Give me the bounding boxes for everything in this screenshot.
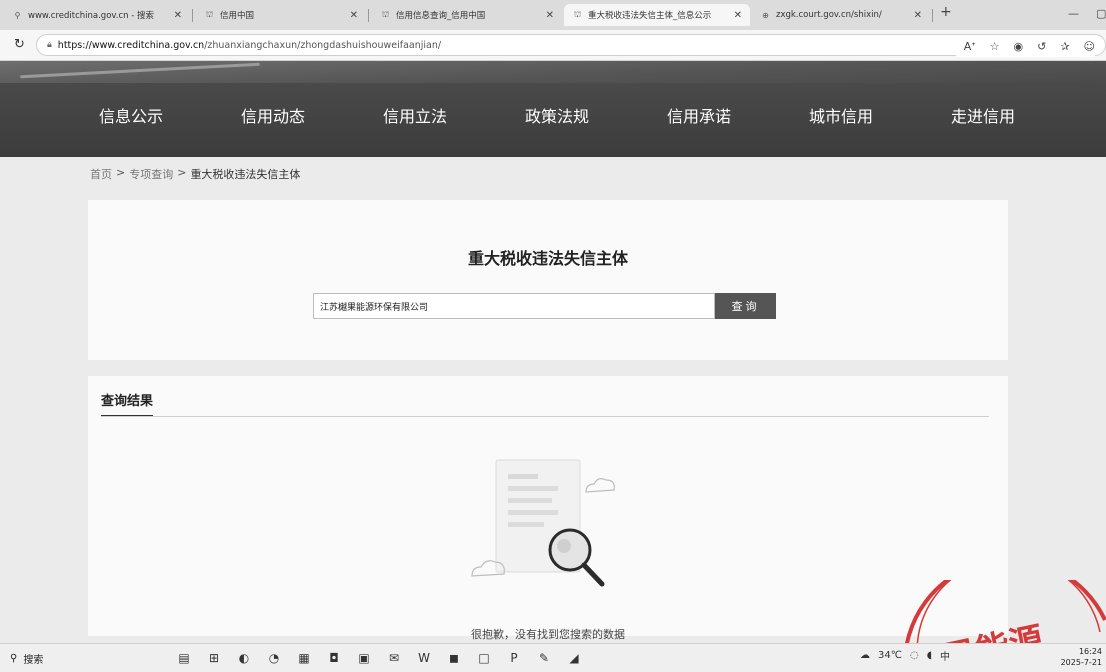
breadcrumb-home[interactable]: 首页 (90, 166, 112, 182)
browser-tab[interactable]: ⚲ www.creditchina.gov.cn - 搜索 ✕ (4, 4, 190, 26)
browser-tab[interactable]: ⛫ 信用中国 ✕ (196, 4, 366, 26)
browser-tab[interactable]: ⊕ zxgk.court.gov.cn/shixin/ ✕ (752, 4, 930, 26)
url-path: /zhuanxiangchaxun/zhongdashuishouweifaan… (204, 39, 442, 51)
taskbar-search[interactable]: ⚲ 搜索 (10, 649, 120, 667)
nav-item-city-credit[interactable]: 城市信用 (770, 97, 912, 137)
url-host: https://www.creditchina.gov.cn (57, 39, 205, 51)
nav-item-policy-regulations[interactable]: 政策法规 (486, 97, 628, 137)
taskbar-apps: ▤ ⊞ ◐ ◔ ▦ ◘ ▣ ✉ W ◼ □ P ✎ ◢ (175, 646, 583, 670)
tab-title: 信用中国 (220, 11, 255, 21)
word-icon[interactable]: W (415, 649, 433, 667)
powerpoint-icon[interactable]: P (505, 649, 523, 667)
media-icon[interactable]: ◼ (445, 649, 463, 667)
read-aloud-icon[interactable]: Aᐩ (964, 40, 976, 53)
breadcrumb-separator: > (177, 166, 187, 179)
taskbar-search-label: 搜索 (23, 654, 44, 666)
close-icon[interactable]: ✕ (174, 10, 182, 21)
browser-tab-active[interactable]: ⛫ 重大税收违法失信主体_信息公示 ✕ (564, 4, 750, 26)
reload-icon[interactable]: ↻ (14, 37, 25, 52)
nav-item-about-credit[interactable]: 走进信用 (912, 97, 1054, 137)
empty-message: 很抱歉，没有找到您搜索的数据 (471, 628, 625, 641)
main-nav: 信息公示 信用动态 信用立法 政策法规 信用承诺 城市信用 走进信用 (60, 97, 1060, 137)
results-panel: 查询结果 很抱歉，没有找到您搜索的数据 (88, 376, 1008, 641)
nav-item-credit-commitment[interactable]: 信用承诺 (628, 97, 770, 137)
favorites-icon[interactable]: ✰ (1060, 40, 1069, 53)
close-icon[interactable]: ✕ (350, 10, 358, 21)
close-icon[interactable]: ✕ (546, 10, 554, 21)
favorite-star-icon[interactable]: ☆ (990, 40, 1000, 53)
new-tab-button[interactable]: + (940, 4, 952, 20)
app-icon[interactable]: ◢ (565, 649, 583, 667)
lock-icon[interactable]: 🔒︎ (47, 40, 52, 50)
search-icon: ⚲ (10, 652, 18, 664)
search-icon: ⚲ (14, 10, 21, 20)
extension-icon[interactable]: ◉ (1013, 40, 1023, 53)
search-input[interactable] (313, 293, 715, 319)
browser-tab-strip: ⚲ www.creditchina.gov.cn - 搜索 ✕ ⛫ 信用中国 ✕… (0, 0, 1106, 31)
mail-icon[interactable]: ✉ (385, 649, 403, 667)
site-icon: ⛫ (573, 10, 582, 19)
nav-item-info-disclosure[interactable]: 信息公示 (60, 97, 202, 137)
clock-date: 2025-7-21 (1060, 658, 1102, 667)
breadcrumb-section[interactable]: 专项查询 (129, 166, 173, 182)
edge-icon[interactable]: ◐ (235, 649, 253, 667)
browser-toolbar: Aᐩ ☆ ◉ ↺ ✰ ☺ (955, 35, 1095, 57)
tab-title: 信用信息查询_信用中国 (396, 11, 486, 21)
refresh-extension-icon[interactable]: ↺ (1037, 40, 1046, 53)
search-panel: 重大税收违法失信主体 查询 (88, 200, 1008, 360)
close-icon[interactable]: ✕ (914, 10, 922, 21)
site-icon: ⛫ (205, 10, 214, 19)
page-title: 重大税收违法失信主体 (467, 249, 628, 268)
results-heading: 查询结果 (101, 390, 154, 417)
search-button[interactable]: 查询 (715, 293, 776, 319)
taskbar: ⚲ 搜索 ▤ ⊞ ◐ ◔ ▦ ◘ ▣ ✉ W ◼ □ P ✎ ◢ ☁ 34℃ ◌… (0, 643, 1106, 672)
tab-title: www.creditchina.gov.cn - 搜索 (28, 11, 154, 21)
tab-title: zxgk.court.gov.cn/shixin/ (776, 10, 882, 20)
site-header: 信息公示 信用动态 信用立法 政策法规 信用承诺 城市信用 走进信用 (0, 61, 1106, 157)
ime-indicator[interactable]: 中 (940, 648, 950, 663)
task-view-icon[interactable]: ⊞ (205, 649, 223, 667)
breadcrumb: 首页 > 专项查询 > 重大税收违法失信主体 (90, 166, 300, 182)
maximize-icon[interactable]: ▢ (1096, 7, 1106, 20)
minimize-icon[interactable]: — (1068, 7, 1079, 20)
url-field[interactable]: 🔒︎ https://www.creditchina.gov.cn /zhuan… (36, 34, 1106, 57)
window-icon[interactable]: □ (475, 649, 493, 667)
address-bar: ↻ 🔒︎ https://www.creditchina.gov.cn /zhu… (0, 30, 1106, 61)
clock-time: 16:24 (1078, 647, 1102, 656)
header-banner (0, 61, 1106, 83)
no-results-illustration (471, 459, 615, 587)
store-icon[interactable]: ◘ (325, 649, 343, 667)
close-icon[interactable]: ✕ (734, 10, 742, 21)
site-icon: ⛫ (381, 10, 390, 19)
browser-icon[interactable]: ◔ (265, 649, 283, 667)
browser-tab[interactable]: ⛫ 信用信息查询_信用中国 ✕ (372, 4, 562, 26)
globe-icon: ⊕ (762, 10, 769, 20)
tab-title: 重大税收违法失信主体_信息公示 (588, 11, 712, 21)
network-icon[interactable]: ◌ (910, 650, 919, 661)
photos-icon[interactable]: ▣ (355, 649, 373, 667)
divider (101, 416, 989, 417)
breadcrumb-separator: > (116, 166, 126, 179)
file-explorer-icon[interactable]: ▦ (295, 649, 313, 667)
widgets-icon[interactable]: ▤ (175, 649, 193, 667)
breadcrumb-current: 重大税收违法失信主体 (190, 168, 301, 181)
nav-item-credit-legislation[interactable]: 信用立法 (344, 97, 486, 137)
weather-icon: ☁ (860, 650, 870, 661)
system-clock[interactable]: 16:24 2025-7-21 (1061, 646, 1102, 668)
weather-temp[interactable]: 34℃ (878, 650, 902, 661)
tool-icon[interactable]: ✎ (535, 649, 553, 667)
volume-icon[interactable]: ◖ (927, 650, 932, 661)
nav-item-credit-news[interactable]: 信用动态 (202, 97, 344, 137)
system-tray: ☁ 34℃ ◌ ◖ 中 (860, 648, 950, 663)
profile-icon[interactable]: ☺ (1084, 40, 1095, 53)
